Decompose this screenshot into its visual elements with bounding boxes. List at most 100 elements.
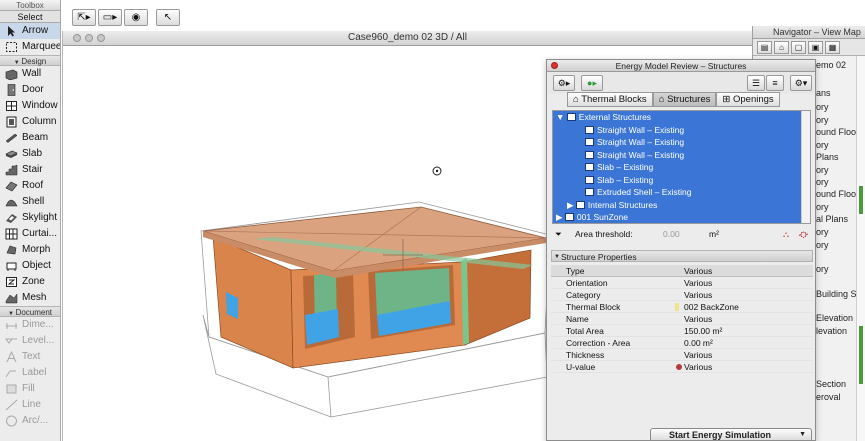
tool-label[interactable]: Label [0,365,60,381]
tree-row-external-structures[interactable]: ▼ External Structures [553,111,802,124]
tree-scrollbar[interactable] [801,111,810,223]
property-value[interactable]: Various [684,289,712,301]
tool-mesh[interactable]: Mesh [0,290,60,306]
toolbox-select-header[interactable]: Select [0,11,60,23]
tool-dimension[interactable]: Dime... [0,317,60,333]
navigator-row[interactable]: emo 02 [816,60,846,70]
structures-tree[interactable]: ▼ External Structures Straight Wall – Ex… [552,110,811,224]
assign-icon[interactable]: ⛬ [783,226,789,242]
tree-row-structure[interactable]: Straight Wall – Existing [553,148,802,161]
tab-openings[interactable]: ⊞ Openings [716,92,780,107]
tool-zone[interactable]: Zone [0,274,60,290]
property-value[interactable]: Various [684,313,712,325]
tool-fill[interactable]: Fill [0,381,60,397]
property-value[interactable]: Various [684,277,712,289]
arrow-icon [8,26,15,37]
structure-properties-header[interactable]: Structure Properties [551,250,813,263]
tool-label: Level... [22,335,55,346]
tool-arc[interactable]: Arc/... [0,413,60,429]
organizer-icon[interactable]: ▦ [825,41,840,54]
navigator-row[interactable]: ory [816,102,829,112]
camera-button[interactable]: ◉ [124,9,148,26]
tool-level-dimension[interactable]: Level... [0,333,60,349]
energy-settings-button[interactable]: ⚙▸ [553,75,575,91]
tree-row-structure[interactable]: Straight Wall – Existing [553,123,802,136]
tool-slab[interactable]: Slab [0,146,60,162]
refresh-button[interactable]: ●▸ [581,75,603,91]
tool-skylight[interactable]: Skylight [0,210,60,226]
navigator-row[interactable]: ory [816,115,829,125]
tree-row-structure[interactable]: Slab – Existing [553,161,802,174]
property-value[interactable]: 0.00 m² [684,337,713,349]
project-map-icon[interactable]: ▤ [757,41,772,54]
area-threshold-input[interactable]: 0.00 [663,226,680,242]
tree-row-internal-structures[interactable]: ▶ Internal Structures [553,198,802,211]
tool-roof[interactable]: Roof [0,178,60,194]
tree-row-structure[interactable]: Extruded Shell – Existing [553,186,802,199]
tool-label: Curtai... [22,228,58,239]
morph-icon [6,245,17,255]
filter-icon[interactable]: ⏷ [555,226,562,242]
property-value[interactable]: 150.00 m² [684,325,722,337]
navigator-row[interactable]: ory [816,202,829,212]
navigator-row[interactable]: al Plans [816,214,848,224]
detail-view-button[interactable]: ≡ [766,75,784,91]
property-value[interactable]: Various [684,265,712,277]
tool-label: Mesh [22,292,47,303]
publisher-icon[interactable]: ▣ [808,41,823,54]
tool-door[interactable]: Door [0,82,60,98]
navigator-row[interactable]: ans [816,88,831,98]
list-view-button[interactable]: ☰ [747,75,765,91]
unassign-icon[interactable]: ⛮ [799,226,808,242]
navigator-row[interactable]: ound Floo [816,189,856,199]
toolbox-design-header[interactable]: Design [0,55,60,66]
tool-arrow[interactable]: Arrow [0,23,60,39]
layout-book-icon[interactable]: ▢ [791,41,806,54]
marquee-view-button[interactable]: ▭▸ [98,9,122,26]
toolbox-document-header[interactable]: Document [0,306,60,317]
view-mode-button[interactable]: ⇱▸ [72,9,96,26]
tree-row-structure[interactable]: Slab – Existing [553,173,802,186]
tool-label: Morph [22,244,51,255]
property-value[interactable]: 002 BackZone [684,301,739,313]
navigator-row[interactable]: ory [816,165,829,175]
tool-column[interactable]: Column [0,114,60,130]
navigator-row[interactable]: levation [816,326,847,336]
tool-curtain-wall[interactable]: Curtai... [0,226,60,242]
navigator-row[interactable]: ory [816,227,829,237]
tool-window[interactable]: Window [0,98,60,114]
navigator-row[interactable]: ound Floo [816,127,856,137]
tool-morph[interactable]: Morph [0,242,60,258]
navigator-row[interactable]: ory [816,240,829,250]
tree-row-thermal-block[interactable]: ▶ 001 SunZone [553,211,802,223]
start-energy-simulation-button[interactable]: Start Energy Simulation [650,428,812,440]
tool-text[interactable]: Text [0,349,60,365]
property-value[interactable]: Various [684,349,712,361]
view-map-icon[interactable]: ⌂ [774,41,789,54]
tab-structures[interactable]: ⌂ Structures [652,92,717,107]
tool-stair[interactable]: Stair [0,162,60,178]
panel-options-button[interactable]: ⚙▾ [790,75,812,91]
tree-row-structure[interactable]: Straight Wall – Existing [553,136,802,149]
tool-wall[interactable]: Wall [0,66,60,82]
navigator-row[interactable]: Plans [816,152,839,162]
navigator-row[interactable]: ory [816,264,829,274]
tab-thermal-blocks[interactable]: ⌂ Thermal Blocks [567,92,653,107]
navigator-row[interactable]: Building S [816,289,857,299]
tool-object[interactable]: Object [0,258,60,274]
tool-line[interactable]: Line [0,397,60,413]
navigator-row[interactable]: Section [816,379,846,389]
close-button[interactable] [551,62,558,69]
property-value[interactable]: Various [684,361,712,373]
navigator-row[interactable]: Elevation [816,313,853,323]
navigator-row[interactable]: ory [816,177,829,187]
pointer-button[interactable]: ↖ [156,9,180,26]
column-icon [6,116,17,128]
navigator-row[interactable]: eroval [816,392,841,402]
tool-shell[interactable]: Shell [0,194,60,210]
navigator-row[interactable]: ory [816,140,829,150]
tool-beam[interactable]: Beam [0,130,60,146]
lock-folder-icon [566,113,576,121]
tool-label: Skylight [22,212,58,223]
tool-marquee[interactable]: Marquee [0,39,60,55]
